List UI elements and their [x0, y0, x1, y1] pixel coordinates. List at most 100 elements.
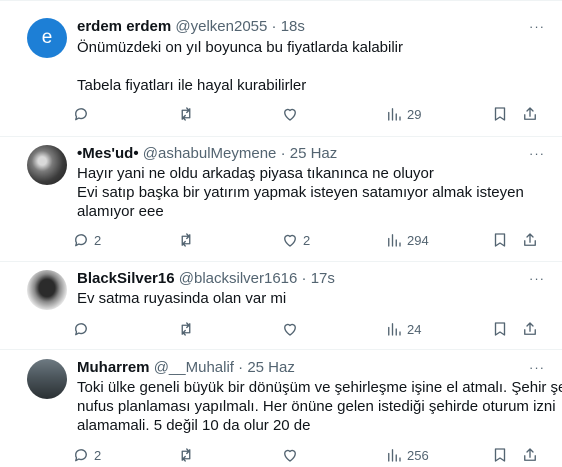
tweet-header: BlackSilver16 @blacksilver1616 · 17s	[77, 269, 522, 289]
timestamp[interactable]: 25 Haz	[247, 359, 295, 376]
views-button[interactable]: 24	[385, 318, 421, 340]
views-icon	[388, 449, 401, 462]
text-line: Toki ülke geneli büyük bir dönüşüm ve şe…	[77, 379, 562, 396]
more-icon[interactable]: ···	[526, 269, 548, 289]
like-icon	[284, 108, 296, 121]
more-icon[interactable]: ···	[526, 144, 548, 164]
text-line: Tabela fiyatları ile hayal kurabilirler	[77, 77, 307, 94]
author-name[interactable]: •Mes'ud•	[77, 145, 139, 162]
reply-feed: e erdem erdem @yelken2055 · 18s ··· Önüm…	[0, 0, 562, 467]
tweet-text: Önümüzdeki on yıl boyunca bu fiyatlarda …	[77, 38, 522, 95]
share-icon	[524, 233, 536, 246]
views-icon	[388, 323, 401, 336]
share-icon	[524, 107, 536, 120]
text-line	[77, 57, 522, 76]
reply-icon	[75, 323, 87, 336]
avatar[interactable]: e	[27, 18, 67, 58]
retweet-button[interactable]	[177, 229, 199, 251]
bookmark-icon	[494, 448, 506, 462]
share-button[interactable]	[521, 444, 539, 466]
bookmark-button[interactable]	[491, 103, 509, 125]
tweet-text: Toki ülke geneli büyük bir dönüşüm ve şe…	[77, 378, 562, 435]
action-bar: 24	[67, 318, 548, 340]
views-button[interactable]: 29	[385, 103, 421, 125]
share-icon	[524, 322, 536, 335]
tweet-text: Hayır yani ne oldu arkadaş piyasa tıkanı…	[77, 164, 524, 221]
author-handle[interactable]: @ashabulMeymene	[143, 145, 277, 162]
bookmark-button[interactable]	[491, 444, 509, 466]
views-icon	[388, 108, 401, 121]
retweet-icon	[181, 322, 191, 336]
avatar[interactable]	[27, 359, 67, 399]
like-button[interactable]	[281, 103, 303, 125]
tweet[interactable]: Muharrem @__Muhalif · 25 Haz ··· Toki ül…	[0, 350, 562, 467]
action-bar: 29	[67, 103, 548, 125]
views-button[interactable]: 256	[385, 444, 429, 466]
retweet-button[interactable]	[177, 318, 199, 340]
bookmark-icon	[494, 322, 506, 336]
avatar[interactable]	[27, 270, 67, 310]
tweet-header: •Mes'ud• @ashabulMeymene · 25 Haz	[77, 144, 522, 164]
reply-button[interactable]: 2	[72, 229, 101, 251]
views-button[interactable]: 294	[385, 229, 429, 251]
separator: ·	[271, 18, 277, 35]
share-button[interactable]	[521, 103, 539, 125]
bookmark-button[interactable]	[491, 318, 509, 340]
tweet[interactable]: •Mes'ud• @ashabulMeymene · 25 Haz ··· Ha…	[0, 137, 562, 262]
separator: ·	[301, 270, 307, 287]
separator: ·	[238, 359, 244, 376]
timestamp[interactable]: 25 Haz	[290, 145, 338, 162]
retweet-icon	[181, 448, 191, 462]
tweet-text: Ev satma ruyasinda olan var mi	[77, 289, 522, 308]
tweet-header: Muharrem @__Muhalif · 25 Haz	[77, 358, 522, 378]
like-icon	[284, 323, 296, 336]
reply-button[interactable]: 2	[72, 444, 101, 466]
more-icon[interactable]: ···	[526, 358, 548, 378]
timestamp[interactable]: 18s	[281, 18, 305, 35]
reply-button[interactable]	[72, 318, 94, 340]
retweet-icon	[181, 233, 191, 247]
text-line: Evi satıp başka bir yatırım yapmak istey…	[77, 184, 524, 201]
reply-button[interactable]	[72, 103, 94, 125]
text-line: Önümüzdeki on yıl boyunca bu fiyatlarda …	[77, 39, 404, 56]
retweet-button[interactable]	[177, 103, 199, 125]
reply-count: 2	[94, 232, 102, 248]
tweet[interactable]: e erdem erdem @yelken2055 · 18s ··· Önüm…	[0, 1, 562, 137]
retweet-icon	[181, 107, 191, 121]
retweet-button[interactable]	[177, 444, 199, 466]
bookmark-icon	[494, 107, 506, 121]
views-count: 256	[407, 447, 429, 463]
views-icon	[388, 234, 401, 247]
timestamp[interactable]: 17s	[311, 270, 335, 287]
like-button[interactable]	[281, 318, 303, 340]
author-handle[interactable]: @blacksilver1616	[179, 270, 298, 287]
action-bar: 2 256	[67, 444, 548, 466]
bookmark-button[interactable]	[491, 229, 509, 251]
action-bar: 2 2 294	[67, 229, 548, 251]
like-count: 2	[303, 232, 311, 248]
author-name[interactable]: erdem erdem	[77, 18, 171, 35]
reply-icon	[75, 234, 87, 247]
share-button[interactable]	[521, 229, 539, 251]
tweet-header: erdem erdem @yelken2055 · 18s	[77, 17, 522, 37]
like-icon	[284, 449, 296, 462]
like-button[interactable]	[281, 444, 303, 466]
avatar[interactable]	[27, 145, 67, 185]
views-count: 29	[407, 106, 422, 122]
like-button[interactable]: 2	[281, 229, 310, 251]
text-line: nufus planlaması yapılmalı. Her önüne ge…	[77, 398, 556, 415]
bookmark-icon	[494, 233, 506, 247]
tweet[interactable]: BlackSilver16 @blacksilver1616 · 17s ···…	[0, 262, 562, 350]
text-line: alamamali. 5 değil 10 da olur 20 de	[77, 417, 311, 434]
author-name[interactable]: Muharrem	[77, 359, 150, 376]
more-icon[interactable]: ···	[526, 17, 548, 37]
share-icon	[524, 448, 536, 461]
like-icon	[284, 234, 296, 247]
author-handle[interactable]: @__Muhalif	[154, 359, 234, 376]
author-handle[interactable]: @yelken2055	[175, 18, 267, 35]
share-button[interactable]	[521, 318, 539, 340]
separator: ·	[280, 145, 286, 162]
author-name[interactable]: BlackSilver16	[77, 270, 175, 287]
text-line: Hayır yani ne oldu arkadaş piyasa tıkanı…	[77, 165, 434, 182]
reply-icon	[75, 108, 87, 121]
